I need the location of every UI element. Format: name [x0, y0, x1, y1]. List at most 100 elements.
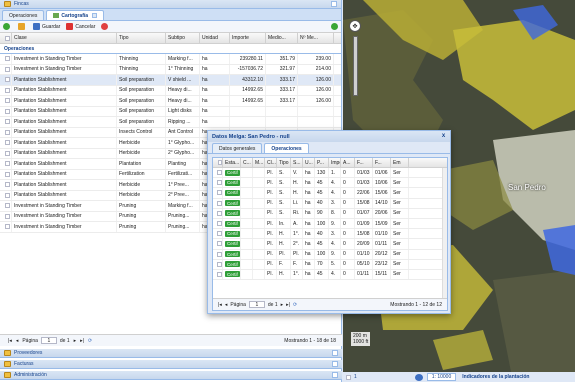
accordion-facturas[interactable]: Facturas: [0, 360, 342, 369]
table-row[interactable]: Plantation Stablishment Soil preparation R…: [0, 117, 341, 128]
table-row[interactable]: Investment in Standing Timber Thinning Mar…: [0, 54, 341, 65]
accordion-proveedores[interactable]: Proveedores: [0, 349, 342, 358]
expand-icon[interactable]: [332, 372, 338, 378]
dialog-select-all-checkbox[interactable]: [213, 158, 223, 167]
row-checkbox[interactable]: [0, 211, 12, 221]
expand-icon[interactable]: [332, 361, 338, 367]
save-button[interactable]: Guardar: [33, 23, 60, 30]
column-clase[interactable]: Clase: [12, 33, 117, 43]
prev-page-icon[interactable]: ◂: [16, 338, 19, 344]
dialog-table-row[interactable]: Certif Pl. H. 1°. ha 45 4. 0 01/11 15/11 Ser: [213, 269, 447, 281]
dialog-column-header[interactable]: S...: [291, 158, 303, 167]
dialog-table-row[interactable]: Certif Pl. S. H. ha 45 4. 0 01/03 10/06 Ser: [213, 178, 447, 189]
first-page-icon[interactable]: |◂: [218, 302, 222, 308]
row-checkbox[interactable]: [0, 54, 12, 64]
dialog-table-row[interactable]: Certif Pl. H. 1°. ha 40 3. 0 15/08 01/10 Ser: [213, 229, 447, 240]
row-checkbox[interactable]: [213, 269, 223, 280]
dialog-column-header[interactable]: Esta...: [223, 158, 241, 167]
dialog-column-header[interactable]: A...: [341, 158, 355, 167]
dialog-column-header[interactable]: M...: [253, 158, 265, 167]
add-button[interactable]: [3, 23, 12, 30]
dialog-column-header[interactable]: Tipo: [277, 158, 291, 167]
dialog-column-header[interactable]: F...: [373, 158, 391, 167]
row-checkbox[interactable]: [0, 180, 12, 190]
column-medio[interactable]: Medio...: [266, 33, 298, 43]
row-checkbox[interactable]: [213, 229, 223, 239]
table-row[interactable]: Plantation Stablishment Soil preparation H…: [0, 96, 341, 107]
row-checkbox[interactable]: [213, 198, 223, 208]
tab-dialog-operaciones[interactable]: Operaciones: [264, 143, 309, 153]
dialog-scrollbar[interactable]: [442, 168, 447, 300]
tab-cartografia[interactable]: Cartografía: [46, 10, 105, 20]
row-checkbox[interactable]: [0, 222, 12, 232]
row-checkbox[interactable]: [213, 218, 223, 229]
row-checkbox[interactable]: [213, 188, 223, 198]
table-row[interactable]: Plantation Stablishment Soil preparation H…: [0, 85, 341, 96]
column-unidad[interactable]: Unidad: [200, 33, 230, 43]
column-importe[interactable]: Importe: [230, 33, 266, 43]
row-checkbox[interactable]: [213, 168, 223, 178]
dialog-column-header[interactable]: Em: [391, 158, 409, 167]
cancel-button[interactable]: Cancelar: [66, 23, 95, 30]
zoom-slider[interactable]: [353, 36, 358, 96]
collapse-icon[interactable]: [331, 1, 337, 7]
dialog-column-header[interactable]: C...: [241, 158, 253, 167]
dialog-table-row[interactable]: Certif Pl. Pl. Pl. ha 100 9. 0 01/10 20/12 Ser: [213, 249, 447, 260]
edit-button[interactable]: [18, 23, 27, 30]
row-checkbox[interactable]: [0, 138, 12, 148]
column-nme[interactable]: Nº Me...: [298, 33, 334, 43]
column-tipo[interactable]: Tipo: [117, 33, 166, 43]
row-checkbox[interactable]: [0, 75, 12, 85]
row-checkbox[interactable]: [0, 201, 12, 211]
row-checkbox[interactable]: [0, 96, 12, 106]
refresh-icon[interactable]: ⟳: [293, 302, 297, 308]
accordion-administracion[interactable]: Administración: [0, 371, 342, 380]
page-input[interactable]: 1: [40, 337, 57, 344]
dialog-table-row[interactable]: Certif Pl. H. 2°. ha 45 4. 0 20/09 01/11 Ser: [213, 239, 447, 250]
row-checkbox[interactable]: [0, 190, 12, 200]
row-checkbox[interactable]: [0, 159, 12, 169]
column-subtipo[interactable]: Subtipo: [166, 33, 200, 43]
next-page-icon[interactable]: ▸: [281, 302, 284, 308]
delete-button[interactable]: [101, 23, 110, 30]
select-all-checkbox[interactable]: [0, 33, 12, 43]
row-checkbox[interactable]: [0, 64, 12, 74]
last-page-icon[interactable]: ▸|: [80, 338, 84, 344]
dialog-table-row[interactable]: Certif Pl. S. Li. ha 40 3. 0 15/08 14/10 Ser: [213, 198, 447, 209]
row-checkbox[interactable]: [0, 117, 12, 127]
table-row[interactable]: Investment in Standing Timber Thinning 1° …: [0, 64, 341, 75]
accordion-fincas[interactable]: Fincas: [0, 0, 341, 9]
row-checkbox[interactable]: [213, 239, 223, 249]
globe-icon[interactable]: [414, 373, 423, 381]
row-checkbox[interactable]: [213, 249, 223, 259]
dialog-table-row[interactable]: Certif Pl. S. H. ha 45 4. 0 22/06 15/06 Ser: [213, 188, 447, 199]
map-status-checkbox[interactable]: [346, 374, 351, 380]
dialog-column-header[interactable]: Impo: [329, 158, 341, 167]
dialog-table-row[interactable]: Certif Pl. S. V. ha 130 1. 0 01/03 01/06 Ser: [213, 168, 447, 179]
dialog-column-header[interactable]: F...: [355, 158, 373, 167]
row-checkbox[interactable]: [213, 208, 223, 218]
refresh-icon[interactable]: [331, 23, 338, 30]
prev-page-icon[interactable]: ◂: [225, 302, 228, 308]
indicators-label[interactable]: Indicadores de la plantación: [462, 374, 529, 380]
table-row[interactable]: Plantation Stablishment Soil preparation V…: [0, 75, 341, 86]
dialog-titlebar[interactable]: Datos Melga: San Pedro - null x: [208, 131, 450, 142]
dialog-column-header[interactable]: U...: [303, 158, 315, 167]
row-checkbox[interactable]: [213, 259, 223, 269]
row-checkbox[interactable]: [0, 169, 12, 179]
dialog-column-header[interactable]: P...: [315, 158, 329, 167]
dialog-table-row[interactable]: Certif Pl. S. Ri. ha 90 8. 0 01/07 20/06 Ser: [213, 208, 447, 219]
next-page-icon[interactable]: ▸: [74, 338, 77, 344]
first-page-icon[interactable]: |◂: [8, 338, 12, 344]
row-checkbox[interactable]: [0, 85, 12, 95]
dialog-column-header[interactable]: Cl...: [265, 158, 277, 167]
row-checkbox[interactable]: [0, 106, 12, 116]
dialog-table-row[interactable]: Certif Pl. F. F. ha 70 5. 0 05/10 23/12 Ser: [213, 259, 447, 270]
pan-control-icon[interactable]: ✥: [349, 20, 361, 32]
last-page-icon[interactable]: ▸|: [286, 302, 290, 308]
dialog-table-row[interactable]: Certif Pl. In. A. ha 100 9. 0 01/09 15/09 Ser: [213, 218, 447, 230]
table-row[interactable]: Plantation Stablishment Soil preparation L…: [0, 106, 341, 117]
expand-icon[interactable]: [332, 350, 338, 356]
row-checkbox[interactable]: [0, 127, 12, 137]
row-checkbox[interactable]: [213, 178, 223, 188]
